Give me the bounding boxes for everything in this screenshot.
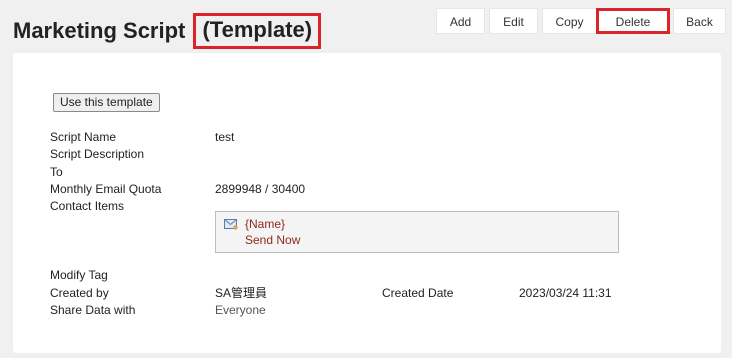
back-button[interactable]: Back — [673, 8, 726, 34]
detail-panel: Use this template Script Name test Scrip… — [13, 53, 721, 353]
monthly-quota-label: Monthly Email Quota — [50, 182, 162, 196]
created-by-label: Created by — [50, 286, 109, 300]
send-now-link[interactable]: Send Now — [245, 233, 300, 247]
script-name-value: test — [215, 130, 235, 144]
add-button[interactable]: Add — [436, 8, 485, 34]
edit-button[interactable]: Edit — [489, 8, 538, 34]
script-description-label: Script Description — [50, 147, 145, 161]
to-label: To — [50, 165, 63, 179]
contact-item-name: {Name} — [245, 217, 286, 231]
modify-tag-label: Modify Tag — [50, 268, 108, 282]
created-by-value: SA管理員 — [215, 286, 268, 300]
contact-items-label: Contact Items — [50, 199, 125, 213]
share-with-label: Share Data with — [50, 303, 136, 317]
created-date-value: 2023/03/24 11:31 — [519, 286, 612, 300]
page-title-template-tag: (Template) — [193, 13, 322, 49]
contact-item: {Name} Send Now — [215, 211, 619, 253]
page-title-text: Marketing Script — [13, 18, 192, 43]
use-template-button[interactable]: Use this template — [53, 93, 160, 112]
mail-icon — [224, 219, 238, 230]
page-title: Marketing Script (Template) — [13, 13, 322, 50]
delete-button[interactable]: Delete — [596, 8, 670, 34]
script-name-label: Script Name — [50, 130, 117, 144]
monthly-quota-value: 2899948 / 30400 — [215, 182, 306, 196]
share-with-value: Everyone — [215, 303, 266, 317]
created-date-label: Created Date — [382, 286, 454, 300]
copy-button[interactable]: Copy — [542, 8, 597, 34]
